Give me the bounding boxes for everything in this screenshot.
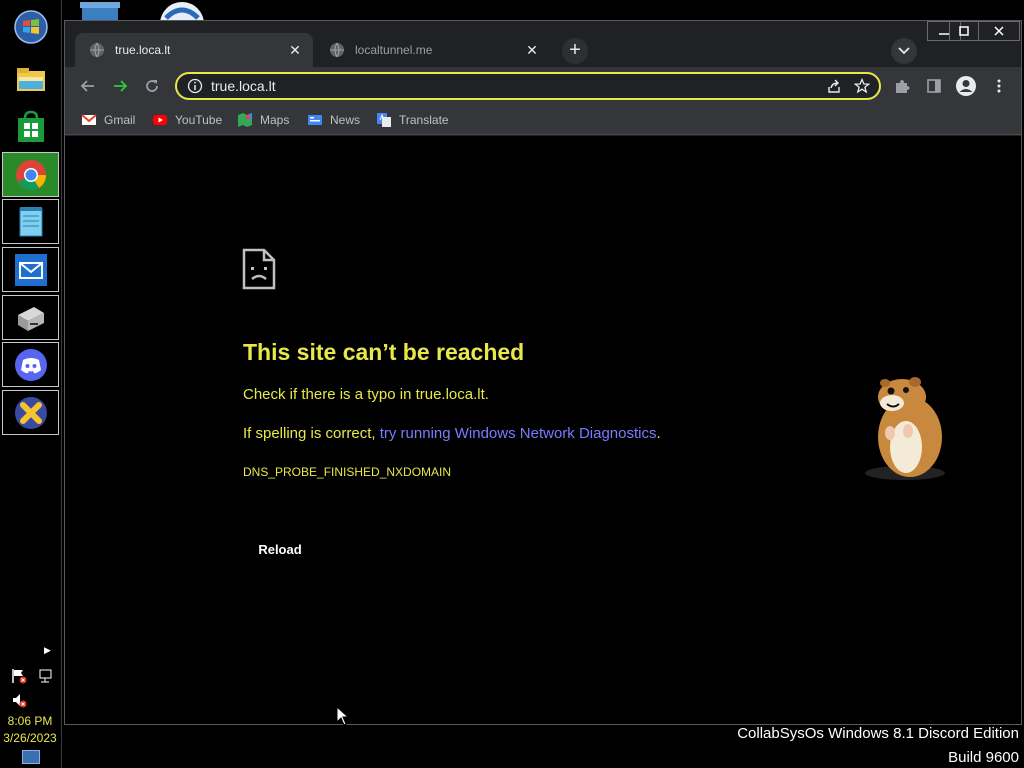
hint-suffix: . [656, 425, 661, 442]
error-code: DNS_PROBE_FINISHED_NXDOMAIN [243, 465, 452, 479]
browser-window: true.loca.lt ✕ localtunnel.me ✕ + true.l… [64, 20, 1022, 725]
chrome-icon [15, 159, 46, 190]
folder-icon [16, 67, 45, 91]
tab-strip: true.loca.lt ✕ localtunnel.me ✕ + [65, 21, 1021, 67]
taskbar-discord[interactable] [2, 342, 59, 387]
recycle-bin-icon[interactable] [80, 0, 120, 22]
taskbar-mail[interactable] [2, 247, 59, 292]
error-hint-diagnostics: If spelling is correct, try running Wind… [243, 425, 661, 442]
tray-expand-icon[interactable]: ▶ [44, 645, 51, 656]
puzzle-icon [896, 80, 910, 93]
start-button[interactable] [2, 4, 59, 49]
close-tab-icon[interactable]: ✕ [524, 42, 540, 59]
tab-title: true.loca.lt [115, 43, 171, 57]
bookmark-star-button[interactable] [851, 75, 873, 97]
close-window-button[interactable] [978, 21, 1020, 41]
maximize-icon [959, 26, 969, 36]
star-icon [854, 78, 870, 94]
network-icon[interactable] [37, 668, 53, 684]
close-icon [994, 26, 1004, 36]
share-button[interactable] [823, 75, 845, 97]
watermark-build: Build 9600 [948, 749, 1019, 766]
bookmark-youtube[interactable]: YouTube [152, 111, 222, 129]
x-icon [14, 396, 47, 429]
flag-icon[interactable] [11, 668, 27, 684]
error-hint-typo: Check if there is a typo in true.loca.lt… [243, 386, 489, 403]
toolbar: true.loca.lt [65, 67, 1021, 105]
profile-button[interactable] [953, 73, 979, 99]
minimize-icon [939, 33, 949, 35]
taskbar: ▶ 8:06 PM 3/26/2023 [0, 0, 62, 768]
tab-search-button[interactable] [891, 38, 917, 64]
windows-orb-icon [13, 9, 48, 44]
close-tab-icon[interactable]: ✕ [287, 42, 303, 59]
extensions-button[interactable] [889, 73, 915, 99]
omnibox[interactable]: true.loca.lt [175, 72, 881, 100]
disk-drive-icon [17, 306, 44, 331]
error-title: This site can’t be reached [243, 339, 525, 365]
notepad-icon [19, 206, 42, 236]
translate-icon [377, 113, 391, 127]
taskbar-store[interactable] [2, 104, 59, 149]
side-panel-button[interactable] [921, 73, 947, 99]
taskbar-x-app[interactable] [2, 390, 59, 435]
globe-icon [330, 42, 344, 58]
bookmark-maps[interactable]: Maps [237, 111, 289, 129]
sad-page-icon [242, 248, 276, 290]
hamster-mascot-image [865, 377, 945, 480]
globe-icon [90, 42, 104, 58]
bookmark-gmail[interactable]: Gmail [81, 111, 135, 129]
info-icon[interactable] [187, 78, 203, 94]
menu-button[interactable] [986, 73, 1012, 99]
side-panel-icon [927, 79, 941, 93]
reload-page-button[interactable]: Reload [245, 531, 315, 567]
tab-localtunnel[interactable]: localtunnel.me ✕ [315, 33, 550, 67]
mouse-cursor-icon [336, 706, 350, 726]
gmail-icon [81, 114, 97, 125]
taskbar-drive[interactable] [2, 295, 59, 340]
show-desktop-icon[interactable] [22, 750, 40, 764]
kebab-menu-icon [997, 79, 1001, 93]
edge-icon[interactable] [158, 0, 206, 22]
bookmark-news[interactable]: News [307, 111, 360, 129]
desktop: ▶ 8:06 PM 3/26/2023 true.loca.lt ✕ local… [0, 0, 1024, 768]
back-button[interactable] [75, 73, 101, 99]
youtube-icon [153, 115, 167, 125]
bookmarks-bar: Gmail YouTube Maps News Translate [65, 105, 1021, 135]
muted-speaker-icon[interactable] [11, 692, 27, 708]
bookmark-translate[interactable]: Translate [376, 111, 449, 129]
reload-icon [146, 80, 158, 92]
clock-date[interactable]: 3/26/2023 [0, 731, 60, 745]
watermark-edition: CollabSysOs Windows 8.1 Discord Edition [737, 725, 1019, 742]
hint-prefix: If spelling is correct, [243, 425, 380, 442]
share-icon [828, 79, 840, 93]
discord-icon [14, 348, 47, 381]
new-tab-button[interactable]: + [562, 38, 588, 64]
omnibox-url[interactable]: true.loca.lt [211, 78, 823, 94]
mail-icon [14, 253, 47, 286]
taskbar-file-explorer[interactable] [2, 57, 59, 102]
tab-title: localtunnel.me [355, 43, 433, 57]
tab-true-loca-lt[interactable]: true.loca.lt ✕ [75, 33, 313, 67]
forward-button[interactable] [107, 73, 133, 99]
maps-icon [238, 113, 252, 127]
arrow-right-icon [114, 80, 128, 92]
network-diagnostics-link[interactable]: try running Windows Network Diagnostics [380, 425, 657, 442]
news-icon [308, 115, 322, 125]
reload-button[interactable] [139, 73, 165, 99]
store-bag-icon [17, 110, 44, 142]
maximize-button[interactable] [949, 21, 979, 41]
clock-time[interactable]: 8:06 PM [0, 714, 60, 728]
taskbar-chrome[interactable] [2, 152, 59, 197]
taskbar-notepad[interactable] [2, 199, 59, 244]
error-page: This site can’t be reached Check if ther… [65, 136, 1021, 724]
chevron-down-icon [898, 47, 910, 55]
avatar-icon [956, 76, 976, 96]
arrow-left-icon [80, 80, 94, 92]
